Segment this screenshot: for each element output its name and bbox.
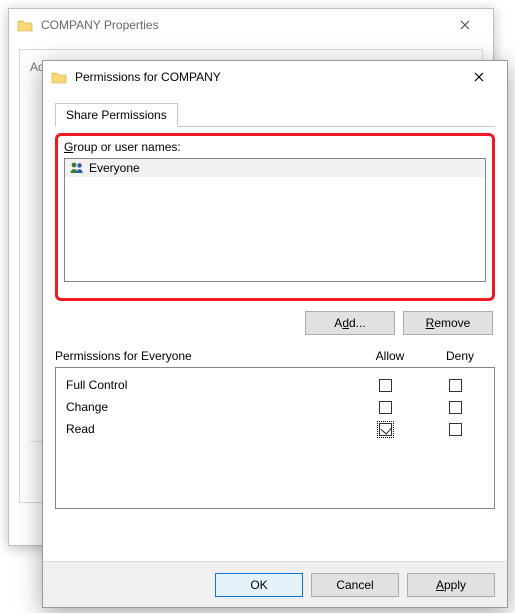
deny-column-header: Deny <box>425 349 495 363</box>
table-row: Change <box>60 396 490 418</box>
permissions-for-label: Permissions for Everyone <box>55 349 355 363</box>
permissions-title: Permissions for COMPANY <box>75 70 457 84</box>
folder-icon <box>17 18 33 32</box>
folder-icon <box>51 70 67 84</box>
tabstrip: Share Permissions <box>55 103 495 127</box>
group-user-names-area: Group or user names: Everyone <box>55 133 495 301</box>
close-icon[interactable] <box>443 11 487 39</box>
dialog-button-bar: OK Cancel Apply <box>43 561 507 607</box>
table-row: Full Control <box>60 374 490 396</box>
permissions-titlebar[interactable]: Permissions for COMPANY <box>43 61 507 93</box>
tab-share-permissions[interactable]: Share Permissions <box>55 103 178 127</box>
allow-column-header: Allow <box>355 349 425 363</box>
add-button[interactable]: Add... <box>305 311 395 335</box>
perm-label: Read <box>60 422 350 436</box>
ok-button[interactable]: OK <box>215 573 303 597</box>
properties-titlebar[interactable]: COMPANY Properties <box>9 9 493 41</box>
group-buttons-row: Add... Remove <box>55 311 493 335</box>
properties-title: COMPANY Properties <box>41 18 443 32</box>
perm-label: Full Control <box>60 378 350 392</box>
apply-button[interactable]: Apply <box>407 573 495 597</box>
list-item[interactable]: Everyone <box>65 159 485 177</box>
close-icon[interactable] <box>457 63 501 91</box>
list-item-label: Everyone <box>89 161 140 175</box>
cancel-button[interactable]: Cancel <box>311 573 399 597</box>
table-row: Read <box>60 418 490 440</box>
allow-checkbox-full-control[interactable] <box>379 379 392 392</box>
permissions-table: Full Control Change Read <box>55 367 495 509</box>
allow-checkbox-read[interactable] <box>379 423 392 436</box>
allow-checkbox-change[interactable] <box>379 401 392 414</box>
perm-label: Change <box>60 400 350 414</box>
deny-checkbox-read[interactable] <box>449 423 462 436</box>
deny-checkbox-change[interactable] <box>449 401 462 414</box>
permissions-body: Share Permissions Group or user names: E… <box>55 103 495 557</box>
everyone-icon <box>69 161 85 175</box>
deny-checkbox-full-control[interactable] <box>449 379 462 392</box>
remove-button[interactable]: Remove <box>403 311 493 335</box>
group-user-names-label: Group or user names: <box>64 140 486 154</box>
permissions-header: Permissions for Everyone Allow Deny <box>55 349 495 363</box>
permissions-window: Permissions for COMPANY Share Permission… <box>42 60 508 608</box>
group-user-names-list[interactable]: Everyone <box>64 158 486 282</box>
